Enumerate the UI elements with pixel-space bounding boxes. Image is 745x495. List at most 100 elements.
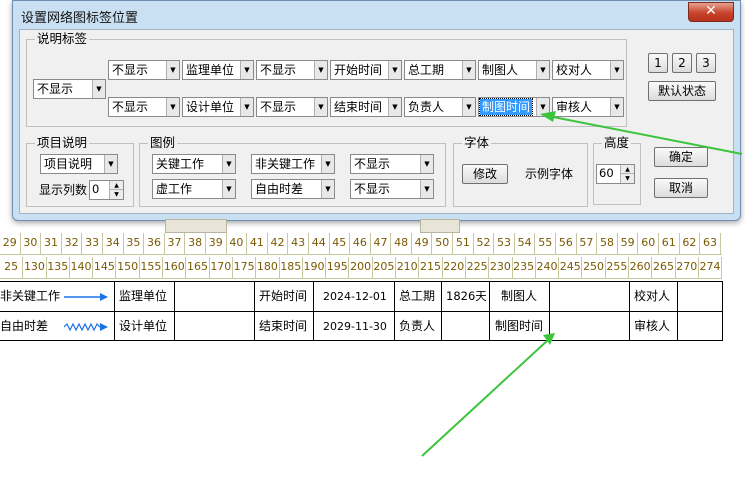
ruler-tick-label: 25: [0, 257, 24, 278]
page-3-button[interactable]: 3: [696, 53, 716, 73]
ruler-tick-label: 49: [412, 233, 433, 254]
group-label: 说明标签: [35, 31, 90, 47]
annotation-row1-slot7[interactable]: 校对人 ▼: [552, 60, 624, 80]
chevron-down-icon: ▼: [420, 180, 433, 198]
dropdown-value: 制图时间: [478, 98, 534, 116]
ruler-tick-label: 30: [21, 233, 42, 254]
ruler-tick-label: 220: [443, 257, 466, 278]
chevron-up-icon[interactable]: ▲: [110, 181, 123, 190]
legend-row1-slot1[interactable]: 关键工作 ▼: [152, 154, 236, 174]
chevron-down-icon: ▼: [420, 155, 433, 173]
chevron-down-icon: ▼: [462, 61, 475, 79]
ruler-tick-label: 225: [466, 257, 490, 278]
legend-label: 自由时差: [0, 319, 49, 333]
annotation-row2-slot6[interactable]: 制图时间 ▼: [478, 97, 550, 117]
default-state-button[interactable]: 默认状态: [648, 81, 716, 101]
chevron-up-icon[interactable]: ▲: [621, 165, 634, 174]
dropdown-value: 不显示: [260, 100, 297, 114]
chevron-down-icon: ▼: [462, 98, 475, 116]
chevron-down-icon[interactable]: ▼: [621, 174, 634, 183]
ruler-tick-label: 180: [256, 257, 280, 278]
annotation-row1-slot3[interactable]: 不显示 ▼: [256, 60, 328, 80]
ruler-tick-label: 54: [515, 233, 536, 254]
close-icon: ✕: [705, 3, 717, 19]
group-label: 项目说明: [35, 135, 90, 151]
dropdown-value: 制图人: [482, 63, 519, 77]
annotation-row1-slot2[interactable]: 监理单位 ▼: [182, 60, 254, 80]
diagram-element-stub: [165, 219, 227, 233]
ruler-tick-label: 31: [41, 233, 62, 254]
close-button[interactable]: ✕: [688, 2, 734, 22]
ruler-tick-label: 36: [144, 233, 165, 254]
legend-row2-slot3[interactable]: 不显示 ▼: [350, 179, 434, 199]
legend-row2-slot2[interactable]: 自由时差 ▼: [251, 179, 335, 199]
dropdown-value: 审核人: [556, 100, 593, 114]
annotation-row2-slot2[interactable]: 设计单位 ▼: [182, 97, 254, 117]
height-spinner[interactable]: 60 ▲ ▼: [596, 164, 635, 184]
dropdown-value: 不显示: [354, 182, 391, 196]
page-2-button[interactable]: 2: [672, 53, 692, 73]
ruler-tick-label: 35: [124, 233, 145, 254]
legend-row2-slot1[interactable]: 虚工作 ▼: [152, 179, 236, 199]
ruler-tick-label: 240: [536, 257, 560, 278]
ruler-tick-label: 29: [0, 233, 21, 254]
dropdown-value: 不显示: [260, 63, 297, 77]
annotation-left-dropdown[interactable]: 不显示 ▼: [33, 79, 106, 99]
annotation-row2-slot1[interactable]: 不显示 ▼: [108, 97, 180, 117]
columns-spinner[interactable]: 0 ▲ ▼: [89, 180, 124, 200]
empty-cell: [550, 312, 630, 341]
dropdown-value: 总工期: [408, 63, 445, 77]
chevron-down-icon: ▼: [314, 61, 327, 79]
chevron-down-icon: ▼: [610, 61, 623, 79]
manager-label: 负责人: [395, 312, 442, 341]
annotation-row2-slot7[interactable]: 审核人 ▼: [552, 97, 624, 117]
ruler-tick-label: 41: [247, 233, 268, 254]
chevron-down-icon: ▼: [610, 98, 623, 116]
chevron-down-icon: ▼: [240, 61, 253, 79]
chevron-down-icon: ▼: [536, 98, 549, 116]
ruler-tick-label: 57: [577, 233, 598, 254]
dropdown-value: 校对人: [556, 63, 593, 77]
duration-value: 1826天: [442, 282, 490, 311]
title-bar[interactable]: 设置网络图标签位置 ✕: [13, 1, 740, 29]
annotation-row2-slot4[interactable]: 结束时间 ▼: [330, 97, 402, 117]
annotation-row1-slot5[interactable]: 总工期 ▼: [404, 60, 476, 80]
dialog-client-area: 说明标签 不显示 ▼ 不显示 ▼ 监理单位 ▼ 不显示 ▼ 开始时间 ▼ 总工期 ▼ 制图…: [19, 29, 734, 214]
annotation-row1-slot1[interactable]: 不显示 ▼: [108, 60, 180, 80]
empty-cell: [550, 282, 630, 311]
annotation-row2-slot5[interactable]: 负责人 ▼: [404, 97, 476, 117]
ruler-tick-label: 34: [103, 233, 124, 254]
ruler-tick-label: 255: [606, 257, 630, 278]
legend-table: 非关键工作 监理单位 开始时间 2024-12-01 总工期 1826天 制图人…: [0, 281, 723, 341]
group-label: 图例: [148, 135, 178, 151]
timescale-ruler-days: 29 30 31 32 33 34 35 36 37 38 39 40 41 42 43 44 45 46 47 48…: [0, 233, 722, 255]
ruler-tick-label: 46: [350, 233, 371, 254]
ruler-tick-label: 63: [700, 233, 721, 254]
chevron-down-icon: ▼: [388, 61, 401, 79]
chevron-down-icon[interactable]: ▼: [110, 190, 123, 199]
annotation-row1-slot6[interactable]: 制图人 ▼: [478, 60, 550, 80]
time-value: 2024-12-01: [314, 282, 395, 311]
ok-button[interactable]: 确定: [654, 147, 708, 167]
ruler-tick-label: 210: [396, 257, 420, 278]
cancel-button[interactable]: 取消: [654, 178, 708, 198]
ruler-tick-label: 52: [474, 233, 495, 254]
legend-row1-slot3[interactable]: 不显示 ▼: [350, 154, 434, 174]
ruler-tick-label: 145: [93, 257, 117, 278]
project-info-dropdown[interactable]: 项目说明 ▼: [40, 154, 118, 174]
annotation-row2-slot3[interactable]: 不显示 ▼: [256, 97, 328, 117]
ruler-tick-label: 39: [206, 233, 227, 254]
ruler-tick-label: 274: [699, 257, 723, 278]
annotation-row1-slot4[interactable]: 开始时间 ▼: [330, 60, 402, 80]
ruler-tick-label: 195: [326, 257, 350, 278]
ruler-tick-label: 37: [165, 233, 186, 254]
ruler-tick-label: 62: [680, 233, 701, 254]
ruler-tick-label: 43: [288, 233, 309, 254]
ruler-tick-label: 58: [597, 233, 618, 254]
ruler-tick-label: 32: [62, 233, 83, 254]
page-1-button[interactable]: 1: [648, 53, 668, 73]
modify-font-button[interactable]: 修改: [462, 164, 508, 184]
legend-row1-slot2[interactable]: 非关键工作 ▼: [251, 154, 335, 174]
legend-cell-noncritical: 非关键工作: [0, 282, 115, 311]
ruler-tick-label: 61: [659, 233, 680, 254]
